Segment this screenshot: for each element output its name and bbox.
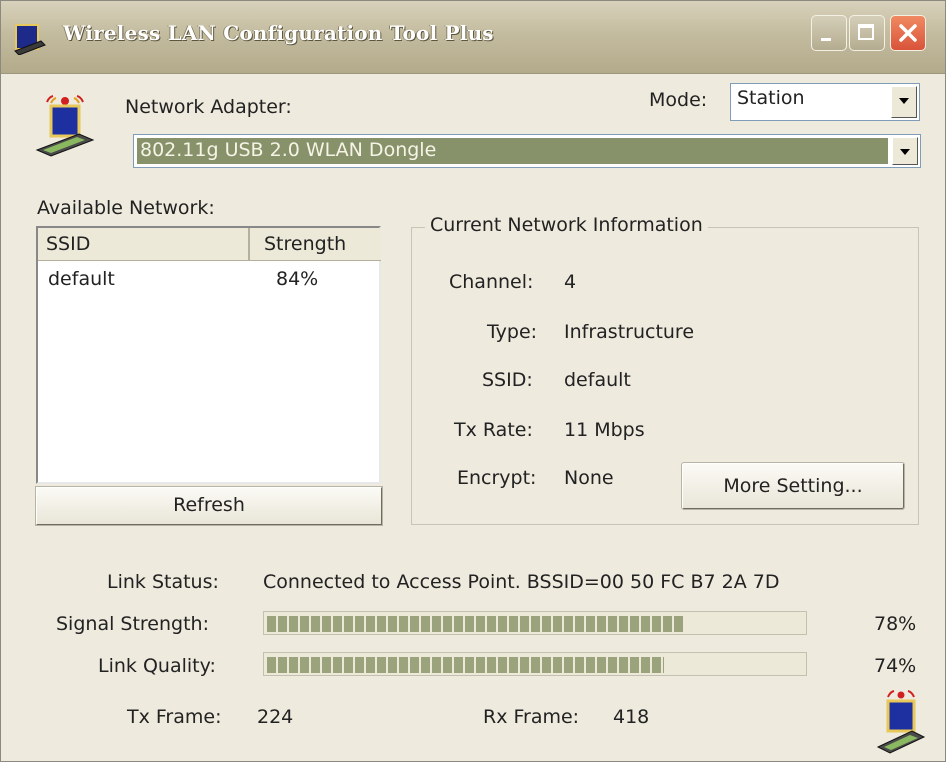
channel-value: 4 xyxy=(564,271,577,293)
ssid-cell: default xyxy=(48,268,115,290)
refresh-button-label: Refresh xyxy=(173,494,245,516)
available-network-list[interactable]: SSID Strength default 84% xyxy=(36,226,381,484)
close-icon xyxy=(899,24,917,42)
signal-strength-bar xyxy=(263,611,807,635)
title-bar[interactable]: Wireless LAN Configuration Tool Plus xyxy=(1,1,945,74)
encrypt-label: Encrypt: xyxy=(457,467,537,489)
more-setting-button-label: More Setting... xyxy=(723,475,863,497)
list-item[interactable]: default 84% xyxy=(38,268,379,296)
encrypt-value: None xyxy=(564,467,614,489)
column-header-ssid[interactable]: SSID xyxy=(38,228,250,261)
adapter-value: 802.11g USB 2.0 WLAN Dongle xyxy=(140,139,437,161)
tx-frame-value: 224 xyxy=(257,706,294,728)
chevron-down-icon[interactable] xyxy=(891,86,917,118)
type-label: Type: xyxy=(487,321,538,343)
chevron-down-icon[interactable] xyxy=(892,137,918,165)
link-quality-fill xyxy=(267,657,664,673)
mode-label: Mode: xyxy=(649,89,708,111)
refresh-button[interactable]: Refresh xyxy=(35,486,383,526)
type-value: Infrastructure xyxy=(564,321,695,343)
rx-frame-value: 418 xyxy=(613,706,650,728)
signal-strength-fill xyxy=(267,616,685,632)
ssid-label: SSID: xyxy=(482,369,533,391)
link-status-value: Connected to Access Point. BSSID=00 50 F… xyxy=(263,571,780,593)
column-header-label: Strength xyxy=(264,233,347,255)
current-network-info-title: Current Network Information xyxy=(425,214,708,236)
close-button[interactable] xyxy=(890,15,926,51)
ssid-value: default xyxy=(564,369,631,391)
channel-label: Channel: xyxy=(449,271,534,293)
maximize-button[interactable] xyxy=(849,15,885,51)
network-adapter-label: Network Adapter: xyxy=(125,96,292,118)
main-window: Wireless LAN Configuration Tool Plus Net… xyxy=(0,0,946,762)
more-setting-button[interactable]: More Setting... xyxy=(681,462,905,510)
rx-frame-label: Rx Frame: xyxy=(483,706,580,728)
link-quality-label: Link Quality: xyxy=(98,655,216,677)
signal-strength-value: 78% xyxy=(874,613,917,635)
wireless-adapter-icon xyxy=(35,95,95,157)
wireless-laptop-icon xyxy=(14,24,46,55)
mode-select[interactable]: Station xyxy=(730,83,920,121)
link-quality-bar xyxy=(263,652,807,676)
mode-value: Station xyxy=(737,87,805,109)
wireless-laptop-icon xyxy=(876,690,926,754)
window-title: Wireless LAN Configuration Tool Plus xyxy=(63,21,494,45)
minimize-button[interactable] xyxy=(811,15,847,51)
link-status-label: Link Status: xyxy=(107,571,219,593)
column-header-strength[interactable]: Strength xyxy=(250,228,381,261)
strength-cell: 84% xyxy=(276,268,319,290)
signal-strength-label: Signal Strength: xyxy=(56,613,209,635)
column-header-label: SSID xyxy=(46,233,91,255)
tx-rate-value: 11 Mbps xyxy=(564,419,645,441)
tx-frame-label: Tx Frame: xyxy=(127,706,222,728)
tx-rate-label: Tx Rate: xyxy=(454,419,533,441)
available-network-label: Available Network: xyxy=(37,197,215,219)
link-quality-value: 74% xyxy=(874,655,917,677)
network-adapter-select[interactable]: 802.11g USB 2.0 WLAN Dongle xyxy=(133,134,921,168)
